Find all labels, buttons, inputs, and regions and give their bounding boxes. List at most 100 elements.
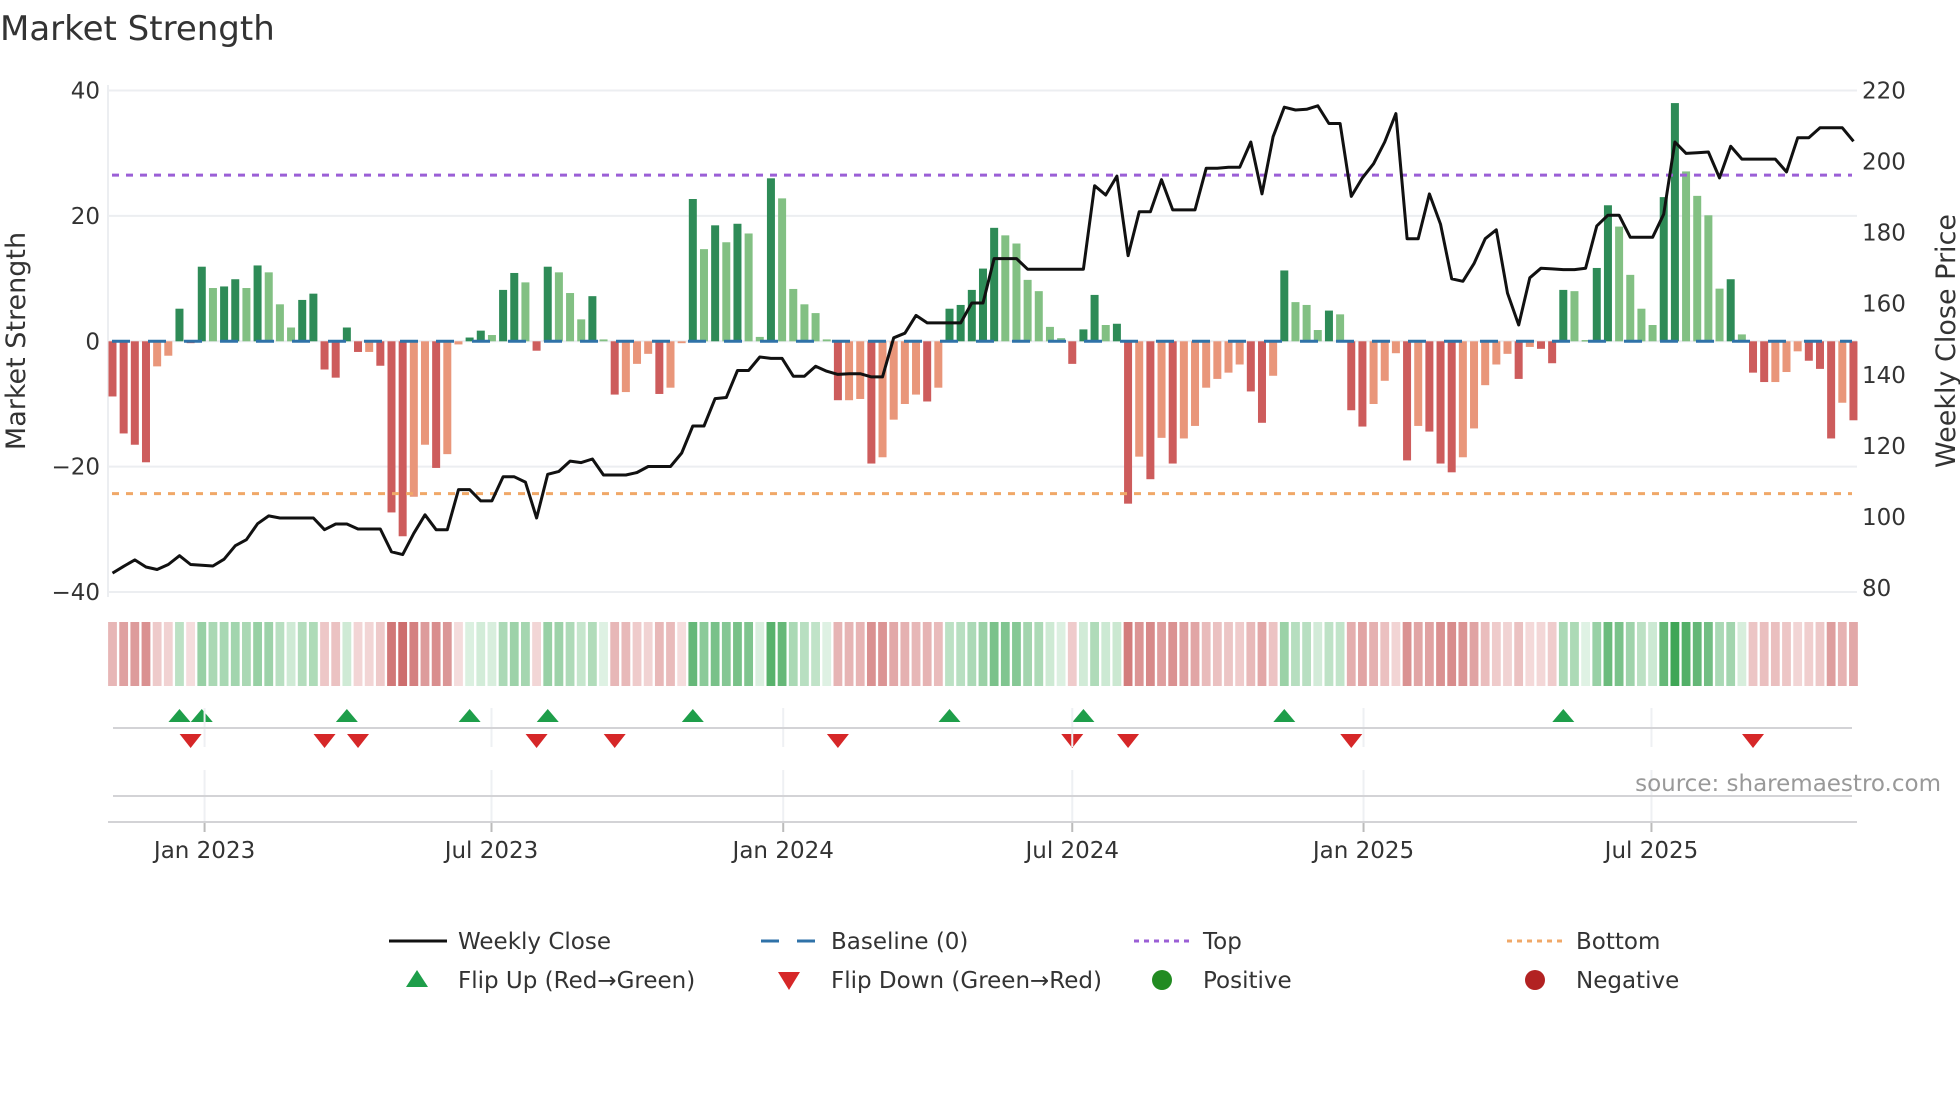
heat-cell [119, 622, 129, 686]
strength-bar [778, 198, 787, 342]
y-tick-label: 40 [71, 79, 100, 105]
strength-bar [1425, 341, 1434, 432]
heat-cell [465, 622, 475, 686]
heat-cell [599, 622, 608, 686]
flip-down-marker [313, 734, 336, 748]
strength-bar [1771, 341, 1780, 383]
heat-cell [1458, 622, 1468, 686]
strength-bar [242, 288, 251, 342]
strength-bar [688, 198, 697, 342]
heat-cell [1000, 622, 1010, 686]
strength-bar [1637, 308, 1646, 342]
heat-cell [1547, 622, 1557, 686]
heat-cell [454, 622, 463, 686]
heat-cell [1123, 622, 1133, 686]
heat-cell [1045, 622, 1055, 686]
heat-cell [1212, 622, 1222, 686]
strength-bar [119, 341, 128, 434]
strength-bar [1369, 341, 1378, 404]
heat-cell [978, 622, 988, 686]
strength-bar [1257, 341, 1266, 423]
heat-cell [186, 622, 196, 686]
y2-tick-label: 160 [1862, 292, 1906, 318]
strength-bar [744, 233, 753, 342]
strength-bar [376, 341, 385, 366]
heat-cell [130, 622, 140, 686]
strength-bar [878, 341, 887, 458]
heat-cell [1603, 622, 1613, 686]
heat-cell [643, 622, 653, 686]
strength-bar [443, 341, 452, 455]
strength-bar [1280, 270, 1289, 342]
x-tick-label: Jan 2024 [731, 838, 834, 864]
strength-bar [1403, 341, 1412, 461]
strength-bar [1090, 294, 1099, 342]
heat-cell [1090, 622, 1099, 686]
strength-bar [153, 341, 162, 367]
heat-cell [565, 622, 575, 686]
flip-down-marker [603, 734, 626, 748]
heat-cell [1201, 622, 1211, 686]
strength-bar [1168, 341, 1177, 464]
legend-label: Flip Up (Red→Green) [458, 968, 695, 994]
legend-item: Flip Up (Red→Green) [406, 968, 695, 994]
heat-cell [1681, 622, 1691, 686]
flip-down-marker [525, 734, 548, 748]
flip-up-marker [1552, 709, 1575, 722]
strength-bar [677, 341, 686, 344]
legend-item: Baseline (0) [761, 929, 968, 955]
heat-cell [833, 622, 843, 686]
heat-cell [1012, 622, 1021, 686]
strength-bar [1213, 341, 1222, 379]
heat-cell [1793, 622, 1803, 686]
strength-bar [566, 293, 575, 342]
strength-bar [800, 304, 809, 342]
strength-bar [912, 341, 921, 395]
heat-cell [1770, 622, 1780, 686]
flip-up-marker [335, 709, 358, 722]
heat-cell [1782, 622, 1791, 686]
strength-bar [1548, 341, 1557, 364]
y-axis-title: Market Strength [1, 232, 32, 450]
strength-bar [510, 272, 519, 342]
heat-cell [1179, 622, 1189, 686]
strength-bar [934, 341, 943, 388]
heat-cell [331, 622, 341, 686]
heat-cell [398, 622, 408, 686]
market-strength-chart: Market Strength Market Strength Weekly C… [0, 9, 1960, 994]
strength-bar [1313, 330, 1322, 342]
heat-cell [387, 622, 396, 686]
y2-tick-label: 180 [1862, 221, 1906, 247]
strength-heat-strip [108, 622, 1858, 686]
strength-bar [231, 279, 240, 342]
legend-label: Weekly Close [458, 929, 611, 955]
heat-cell [1302, 622, 1312, 686]
heat-cell [1134, 622, 1144, 686]
heat-cell [1804, 622, 1814, 686]
heat-cell [230, 622, 240, 686]
heat-cell [1715, 622, 1724, 686]
heat-cell [1815, 622, 1825, 686]
strength-bar [1269, 341, 1278, 376]
heat-cell [1536, 622, 1546, 686]
strength-bar [610, 341, 619, 395]
heat-cell [409, 622, 419, 686]
strength-bar [342, 327, 351, 342]
heat-cell [576, 622, 586, 686]
legend-label: Flip Down (Green→Red) [831, 968, 1102, 994]
strength-bar [387, 341, 396, 513]
strength-bar [711, 225, 720, 342]
strength-bar [1358, 341, 1367, 427]
heat-cell [654, 622, 664, 686]
y-tick-label: 0 [85, 329, 100, 355]
y2-tick-label: 220 [1862, 79, 1906, 105]
strength-bar [867, 341, 876, 464]
heat-cell [1759, 622, 1769, 686]
legend-item: Positive [1152, 968, 1292, 994]
strength-bar [1347, 341, 1356, 411]
strength-bars [108, 103, 1858, 537]
strength-bar [1592, 267, 1601, 342]
strength-bar [1224, 341, 1233, 373]
strength-bar [1112, 323, 1121, 342]
heat-cell [1358, 622, 1367, 686]
